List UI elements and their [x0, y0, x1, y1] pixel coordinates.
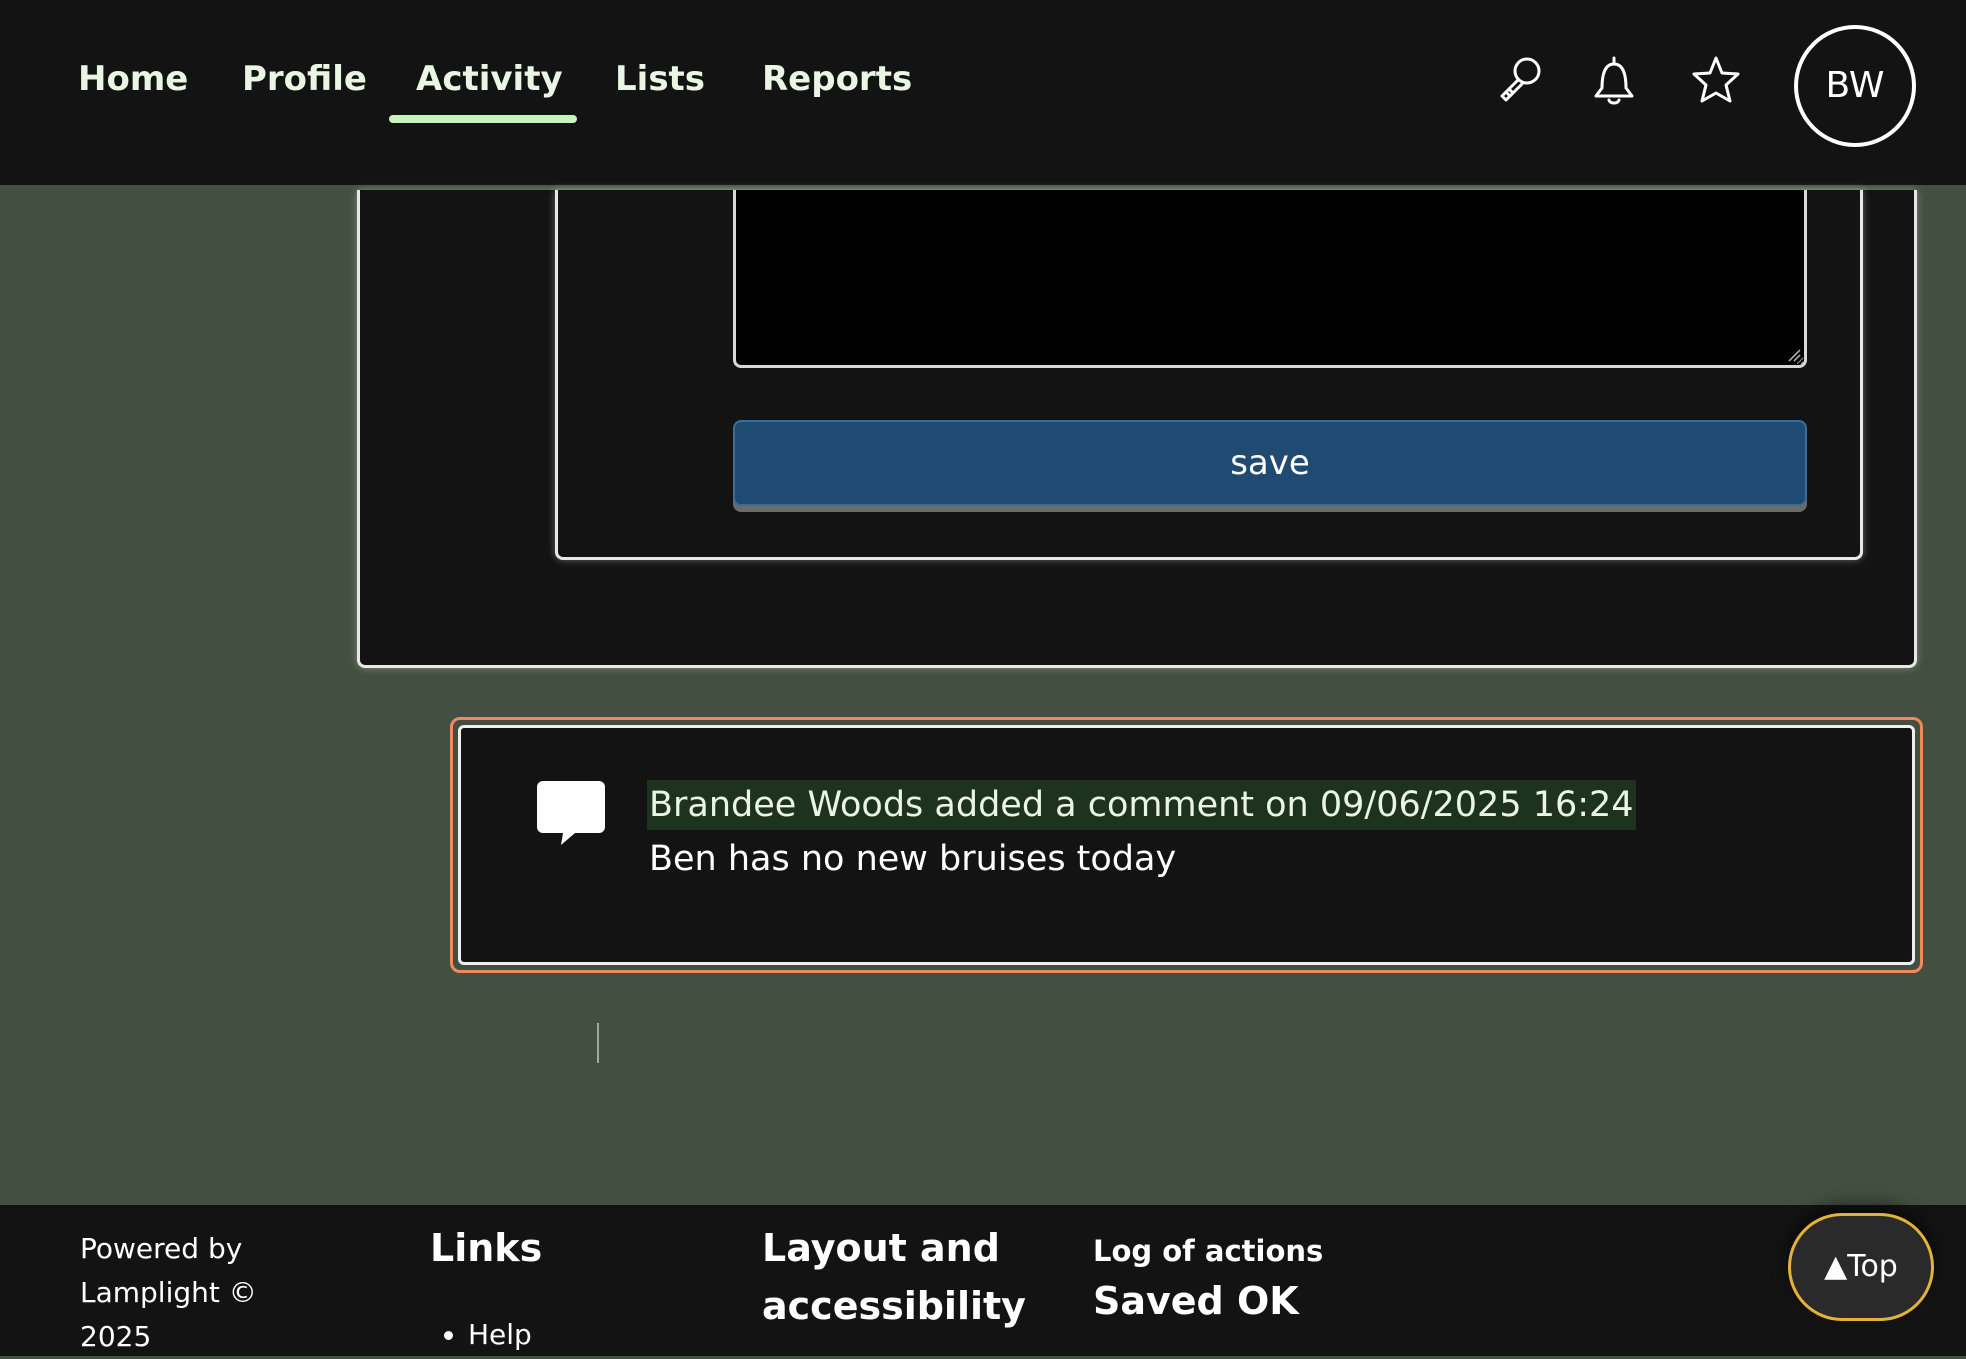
timeline-connector [597, 1023, 599, 1063]
nav-item-profile[interactable]: Profile [242, 56, 367, 102]
links-heading: Links [430, 1226, 543, 1270]
save-button[interactable]: save [733, 420, 1807, 506]
top-navigation: Home Profile Activity Lists Reports BW [0, 0, 1966, 185]
nav-item-activity[interactable]: Activity [416, 56, 563, 102]
activity-item-highlighted: Brandee Woods added a comment on 09/06/2… [450, 717, 1923, 973]
list-item: Help [468, 1315, 532, 1355]
nav-item-reports[interactable]: Reports [762, 56, 912, 102]
footer: Powered by Lamplight © 2025 Links Help L… [0, 1205, 1966, 1356]
activity-comment-text: Ben has no new bruises today [649, 839, 1177, 879]
links-list: Help [430, 1315, 532, 1355]
user-avatar[interactable]: BW [1794, 25, 1916, 147]
activity-heading: Brandee Woods added a comment on 09/06/2… [647, 780, 1636, 830]
active-tab-indicator [389, 115, 577, 123]
nav-item-home[interactable]: Home [78, 56, 188, 102]
log-status: Saved OK [1093, 1279, 1299, 1323]
comment-textarea[interactable] [733, 190, 1807, 368]
bell-icon[interactable] [1586, 52, 1642, 108]
comment-icon [533, 775, 609, 851]
layout-accessibility-heading[interactable]: Layout and accessibility [762, 1219, 1026, 1335]
powered-by-text: Powered by Lamplight © 2025 [80, 1232, 257, 1353]
help-link[interactable]: Help [468, 1318, 532, 1351]
nav-item-lists[interactable]: Lists [615, 56, 705, 102]
activity-item: Brandee Woods added a comment on 09/06/2… [458, 725, 1915, 965]
star-icon[interactable] [1688, 52, 1744, 108]
log-of-actions-label[interactable]: Log of actions [1093, 1229, 1323, 1273]
back-to-top-button[interactable]: ▲Top [1788, 1213, 1934, 1321]
search-icon[interactable] [1492, 52, 1548, 108]
